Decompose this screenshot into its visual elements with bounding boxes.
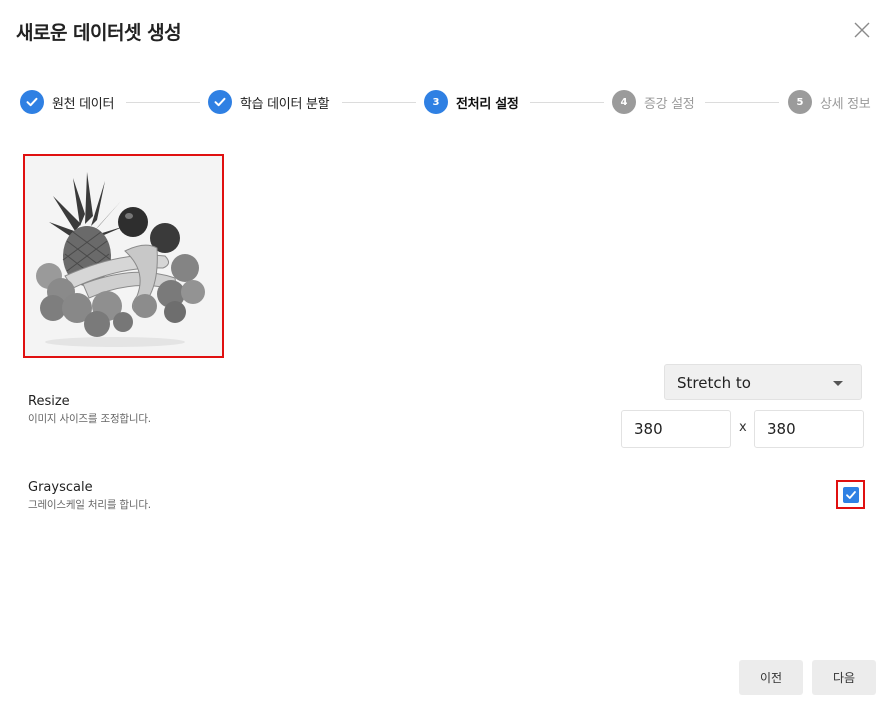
step-label: 학습 데이터 분할 bbox=[240, 96, 330, 112]
preview-image bbox=[23, 154, 224, 358]
dialog-title: 새로운 데이터셋 생성 bbox=[16, 22, 182, 44]
step-details[interactable]: 5 상세 정보 bbox=[788, 89, 871, 115]
step-label: 증강 설정 bbox=[644, 96, 695, 112]
check-icon bbox=[846, 491, 856, 499]
resize-width-input[interactable] bbox=[621, 410, 731, 448]
step-number: 3 bbox=[424, 90, 448, 114]
step-label: 상세 정보 bbox=[820, 96, 871, 112]
dimension-separator: x bbox=[739, 420, 747, 435]
close-icon[interactable] bbox=[852, 20, 872, 40]
step-connector bbox=[530, 102, 604, 103]
grayscale-checkbox[interactable] bbox=[843, 487, 859, 503]
step-train-split[interactable]: 학습 데이터 분할 bbox=[208, 89, 330, 115]
next-button[interactable]: 다음 bbox=[812, 660, 876, 695]
grayscale-description: 그레이스케일 처리를 합니다. bbox=[28, 499, 151, 511]
resize-mode-select[interactable]: Stretch to bbox=[664, 364, 862, 400]
step-connector bbox=[342, 102, 416, 103]
step-augmentation[interactable]: 4 증강 설정 bbox=[612, 89, 695, 115]
step-connector bbox=[705, 102, 779, 103]
prev-button[interactable]: 이전 bbox=[739, 660, 803, 695]
step-connector bbox=[126, 102, 200, 103]
step-label: 원천 데이터 bbox=[52, 96, 115, 112]
step-source-data[interactable]: 원천 데이터 bbox=[20, 89, 114, 115]
resize-height-input[interactable] bbox=[754, 410, 864, 448]
step-number: 4 bbox=[612, 90, 636, 114]
resize-title: Resize bbox=[28, 394, 70, 409]
check-icon bbox=[208, 90, 232, 114]
step-label: 전처리 설정 bbox=[456, 96, 519, 112]
step-number: 5 bbox=[788, 90, 812, 114]
resize-description: 이미지 사이즈를 조정합니다. bbox=[28, 413, 151, 425]
resize-mode-value: Stretch to bbox=[677, 374, 751, 392]
grayscale-title: Grayscale bbox=[28, 480, 93, 495]
step-preprocessing[interactable]: 3 전처리 설정 bbox=[424, 89, 519, 115]
check-icon bbox=[20, 90, 44, 114]
chevron-down-icon bbox=[833, 381, 843, 386]
